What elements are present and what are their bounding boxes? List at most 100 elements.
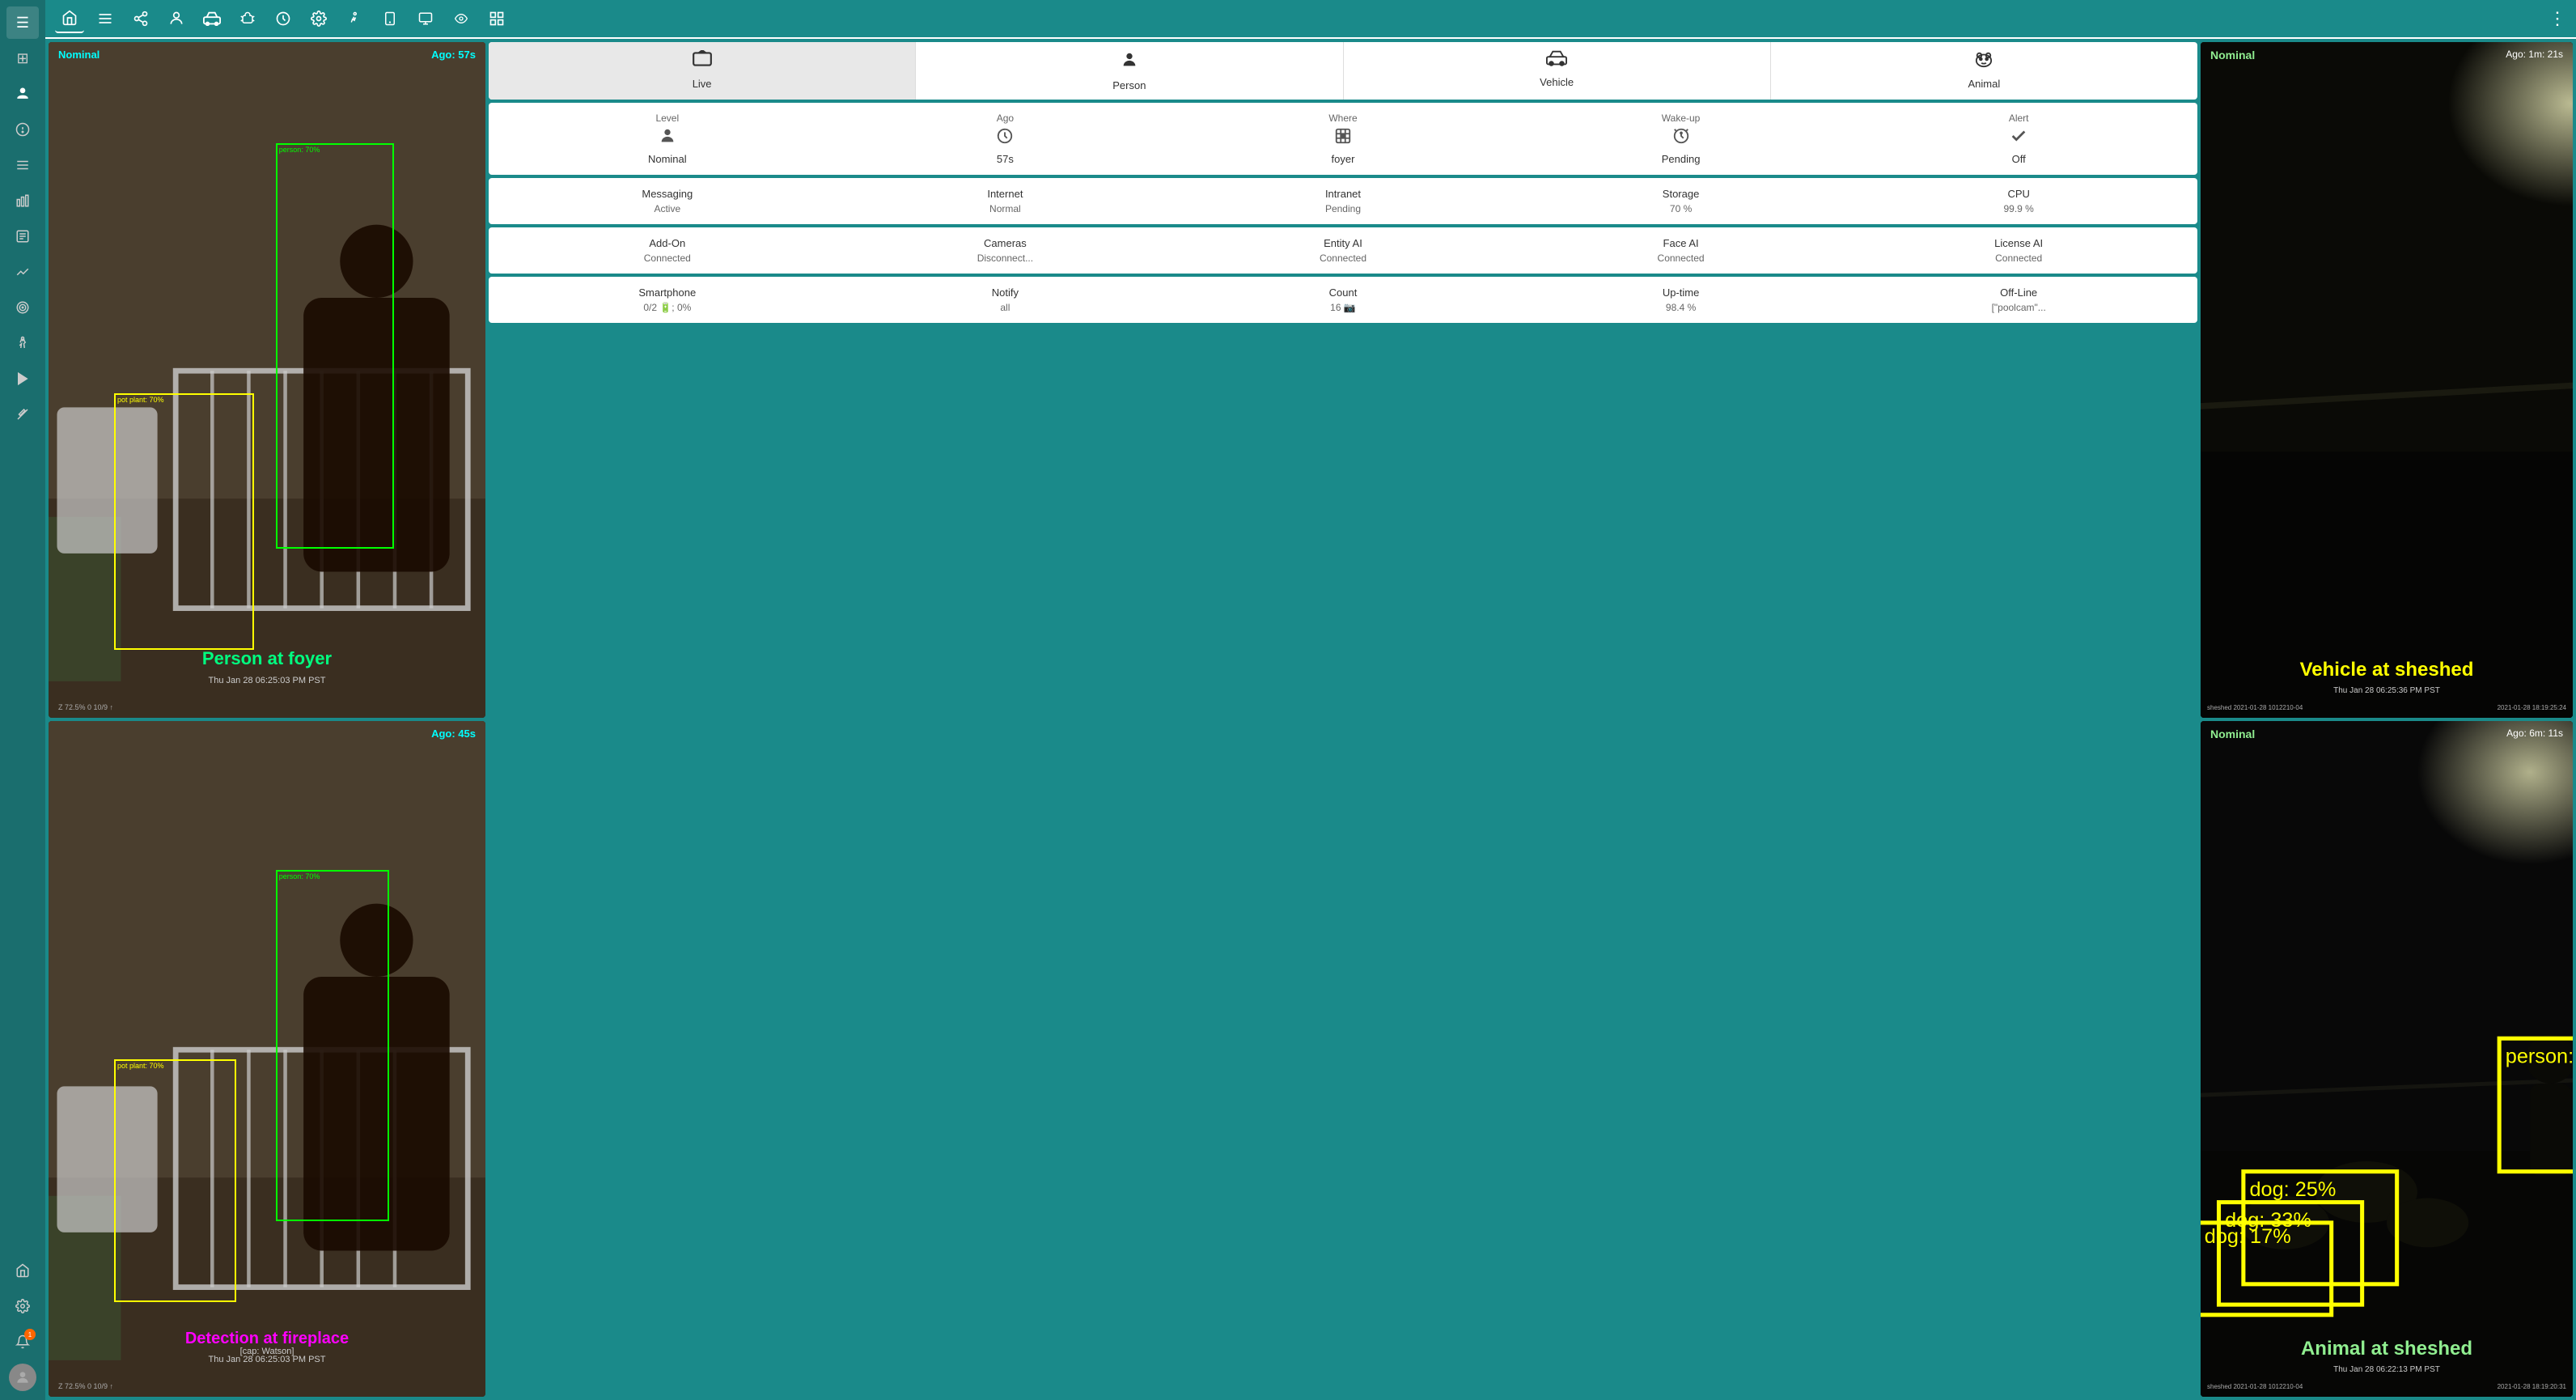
wakeup-icon <box>1672 127 1690 150</box>
status-intranet: Intranet Pending <box>1311 188 1375 214</box>
nav-walk[interactable] <box>340 4 369 33</box>
svg-text:person: 26%: person: 26% <box>2506 1046 2573 1068</box>
event-vehicle-detection: Vehicle at sheshed <box>2300 659 2474 681</box>
camera-feed-bottom[interactable]: person: 70% pot plant: 70% Ago: 45s Dete… <box>49 721 485 1397</box>
nav-menu[interactable] <box>91 4 120 33</box>
bbox-plant-top: pot plant: 70% <box>114 393 254 650</box>
status-cpu: CPU 99.9 % <box>1986 188 2051 214</box>
sidebar-alert-icon[interactable] <box>6 113 39 146</box>
status-ago: 57s <box>972 127 1037 165</box>
notification-badge: 1 <box>24 1329 36 1340</box>
status-addon: Add-On Connected <box>635 237 700 264</box>
count-value: 16 📷 <box>1330 302 1356 313</box>
nav-clock[interactable] <box>269 4 298 33</box>
sidebar-analytics-icon[interactable] <box>6 256 39 288</box>
nav-person[interactable] <box>162 4 191 33</box>
status-wakeup: Pending <box>1649 127 1714 165</box>
col-where: Where <box>1311 112 1375 124</box>
face-ai-label: Face AI <box>1663 237 1699 249</box>
sidebar-person-icon[interactable] <box>6 78 39 110</box>
offline-value: ["poolcam"... <box>1992 302 2046 313</box>
nav-device[interactable] <box>375 4 405 33</box>
sidebar-chart-icon[interactable] <box>6 185 39 217</box>
bbox-plant-bottom: pot plant: 70% <box>114 1059 236 1303</box>
intranet-label: Intranet <box>1325 188 1361 200</box>
where-value: foyer <box>1332 153 1355 165</box>
tab-animal[interactable]: Animal <box>1771 42 2197 100</box>
nav-share[interactable] <box>126 4 155 33</box>
alert-value: Off <box>2012 153 2026 165</box>
cameras-value: Disconnect... <box>977 252 1033 264</box>
sidebar-avatar[interactable] <box>6 1361 39 1394</box>
internet-value: Normal <box>989 203 1021 214</box>
bbox-person-top: person: 70% <box>276 143 394 549</box>
sidebar-log-icon[interactable] <box>6 220 39 252</box>
svg-text:dog: 25%: dog: 25% <box>2249 1178 2336 1201</box>
entity-ai-value: Connected <box>1320 252 1366 264</box>
event-animal-meta-r: 2021-01-28 18:19:20:31 <box>2498 1383 2566 1390</box>
status-offline: Off-Line ["poolcam"... <box>1986 286 2051 313</box>
where-icon <box>1334 127 1352 150</box>
license-ai-value: Connected <box>1995 252 2042 264</box>
tab-person[interactable]: Person <box>916 42 1343 100</box>
nav-home[interactable] <box>55 4 84 33</box>
event-vehicle[interactable]: car: 17% Nominal Ago: 1m: 21s Vehicle at… <box>2201 42 2573 718</box>
camera-meta-bottom: Z 72.5% 0 10/9 ↑ <box>58 1382 113 1390</box>
right-panel: car: 17% Nominal Ago: 1m: 21s Vehicle at… <box>2201 42 2573 1397</box>
event-tabs: Live Person Vehicle <box>489 42 2197 100</box>
tab-vehicle-label: Vehicle <box>1540 76 1574 88</box>
status-count: Count 16 📷 <box>1311 286 1375 313</box>
camera-feed-top[interactable]: person: 70% pot plant: 70% Nominal Ago: … <box>49 42 485 718</box>
tab-animal-label: Animal <box>1968 78 2001 90</box>
status-panel-1: Level Ago Where Wake-up Alert Nominal <box>489 103 2197 175</box>
nav-bug[interactable] <box>233 4 262 33</box>
bbox-person-bottom: person: 70% <box>276 870 389 1221</box>
internet-label: Internet <box>987 188 1023 200</box>
camera-timestamp-top: Thu Jan 28 06:25:03 PM PST <box>209 676 326 685</box>
sidebar-settings-icon[interactable] <box>6 1290 39 1322</box>
live-icon <box>692 50 713 73</box>
sidebar-menu-icon[interactable]: ☰ <box>6 6 39 39</box>
camera-timestamp-bottom: Thu Jan 28 06:25:03 PM PST <box>209 1355 326 1364</box>
sidebar-tool-icon[interactable] <box>6 398 39 431</box>
camera-ago-top: Ago: 57s <box>431 49 476 61</box>
tab-live[interactable]: Live <box>489 42 916 100</box>
sidebar-play-icon[interactable] <box>6 363 39 395</box>
sidebar-dashboard-icon[interactable]: ⊞ <box>6 42 39 74</box>
addon-label: Add-On <box>649 237 685 249</box>
status-notify: Notify all <box>972 286 1037 313</box>
person-tab-icon <box>1121 50 1138 74</box>
event-vehicle-meta-l: sheshed 2021-01-28 1012210-04 <box>2207 704 2303 711</box>
nav-eye[interactable] <box>447 4 476 33</box>
messaging-label: Messaging <box>642 188 693 200</box>
nav-vehicle[interactable] <box>197 4 227 33</box>
nav-gear[interactable] <box>304 4 333 33</box>
status-alert: Off <box>1986 127 2051 165</box>
col-level: Level <box>635 112 700 124</box>
event-animal-status: Nominal <box>2210 728 2255 740</box>
sidebar-list-icon[interactable] <box>6 149 39 181</box>
count-label: Count <box>1329 286 1358 299</box>
notification-icon[interactable]: 1 <box>6 1326 39 1358</box>
sidebar-radar-icon[interactable] <box>6 291 39 324</box>
smartphone-label: Smartphone <box>638 286 696 299</box>
storage-label: Storage <box>1663 188 1700 200</box>
sidebar: ☰ ⊞ 1 <box>0 0 45 1400</box>
smartphone-value: 0/2 🔋; 0% <box>643 302 691 313</box>
status-where: foyer <box>1311 127 1375 165</box>
vehicle-tab-icon <box>1546 50 1567 71</box>
camera-detection-top: Person at foyer <box>202 648 332 669</box>
event-animal[interactable]: car: 33% person: 26% dog: 25% dog: 33% d… <box>2201 721 2573 1397</box>
col-alert: Alert <box>1986 112 2051 124</box>
event-animal-meta-l: sheshed 2021-01-28 1012210-04 <box>2207 1383 2303 1390</box>
sidebar-home-icon[interactable] <box>6 1254 39 1287</box>
event-vehicle-ago: Ago: 1m: 21s <box>2506 49 2563 60</box>
camera-ago-bottom: Ago: 45s <box>431 728 476 740</box>
nav-grid[interactable] <box>482 4 511 33</box>
nav-monitor[interactable] <box>411 4 440 33</box>
camera-detection-bottom: Detection at fireplace <box>185 1330 349 1348</box>
sidebar-walk-icon[interactable] <box>6 327 39 359</box>
camera-status-top: Nominal <box>58 49 100 61</box>
tab-vehicle[interactable]: Vehicle <box>1344 42 1771 100</box>
more-options-button[interactable]: ⋮ <box>2548 8 2566 29</box>
